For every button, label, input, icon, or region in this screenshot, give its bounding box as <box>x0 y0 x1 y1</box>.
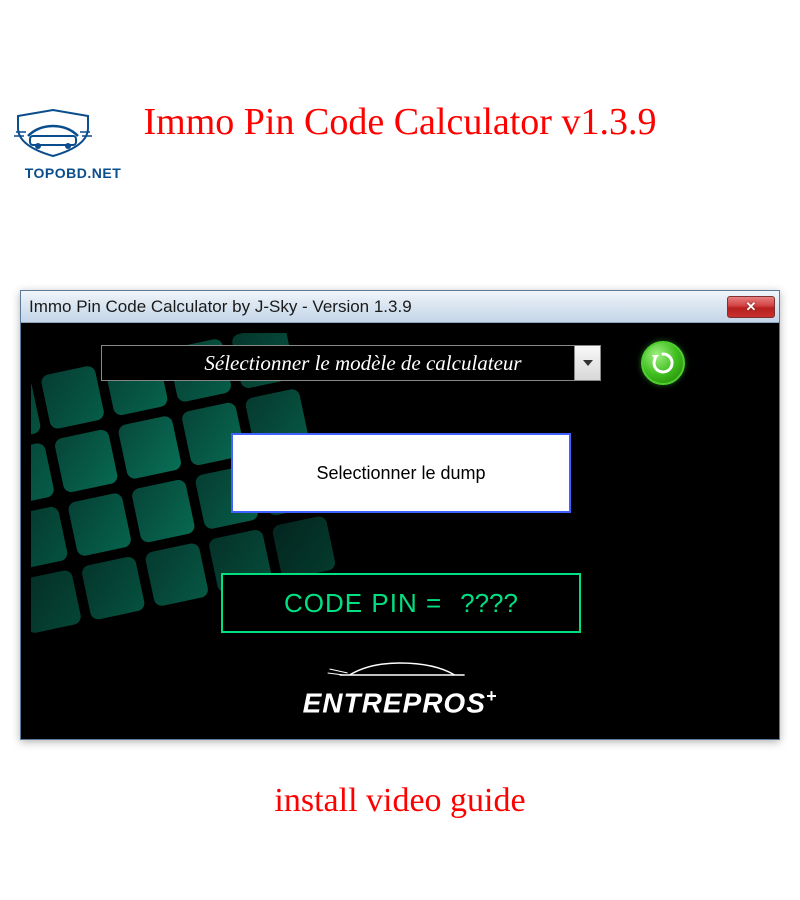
select-dump-label: Selectionner le dump <box>316 463 485 484</box>
app-content: Sélectionner le modèle de calculateur Se… <box>21 323 779 739</box>
refresh-button[interactable] <box>641 341 685 385</box>
close-button[interactable]: ✕ <box>727 296 775 318</box>
chevron-down-icon <box>583 360 593 366</box>
logo-text: TOPOBD.NET <box>8 165 138 181</box>
car-outline-icon <box>320 659 480 681</box>
app-window: Immo Pin Code Calculator by J-Sky - Vers… <box>20 290 780 740</box>
dropdown-label: Sélectionner le modèle de calculateur <box>102 351 574 376</box>
brand-name: ENTREPROS <box>303 687 486 718</box>
code-pin-value: ???? <box>460 588 518 619</box>
brand-text: ENTREPROS+ <box>303 686 498 719</box>
dropdown-row: Sélectionner le modèle de calculateur <box>101 341 685 385</box>
car-shield-icon <box>8 108 98 158</box>
bottom-caption: install video guide <box>0 782 800 820</box>
window-titlebar[interactable]: Immo Pin Code Calculator by J-Sky - Vers… <box>21 291 779 323</box>
refresh-icon <box>649 349 677 377</box>
entrepros-brand: ENTREPROS+ <box>303 659 498 719</box>
select-dump-button[interactable]: Selectionner le dump <box>231 433 571 513</box>
dropdown-arrow-button[interactable] <box>574 346 600 380</box>
close-icon: ✕ <box>746 299 757 315</box>
model-selector-dropdown[interactable]: Sélectionner le modèle de calculateur <box>101 345 601 381</box>
brand-logo-area: TOPOBD.NET <box>8 108 138 188</box>
code-pin-label: CODE PIN = <box>284 588 442 619</box>
window-title-text: Immo Pin Code Calculator by J-Sky - Vers… <box>29 297 412 317</box>
brand-plus: + <box>486 686 498 706</box>
code-pin-display: CODE PIN = ???? <box>221 573 581 633</box>
